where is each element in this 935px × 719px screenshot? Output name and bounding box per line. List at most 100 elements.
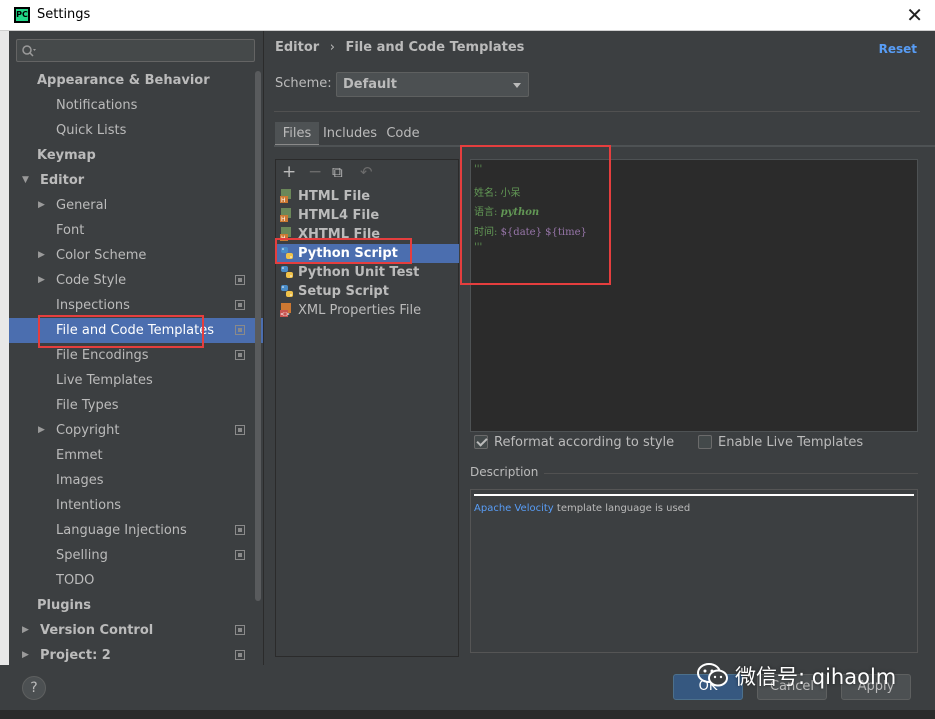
apache-velocity-link[interactable]: Apache Velocity: [474, 503, 554, 514]
watermark-text: 微信号: qihaolm: [735, 665, 897, 689]
search-input[interactable]: [16, 39, 255, 62]
sidebar-item-inspections[interactable]: Inspections: [9, 293, 263, 318]
project-scope-icon: [235, 525, 245, 535]
sidebar-item-label: TODO: [56, 573, 95, 588]
pycharm-logo-icon: PC: [14, 7, 30, 23]
sidebar-item-quick-lists[interactable]: Quick Lists: [9, 118, 263, 143]
background-window-edge: [0, 31, 9, 719]
project-scope-icon: [235, 350, 245, 360]
file-template-label: HTML4 File: [298, 208, 380, 223]
file-template-python-script[interactable]: Python Script: [277, 244, 459, 263]
sidebar-item-language-injections[interactable]: Language Injections: [9, 518, 263, 543]
code-token: 时间:: [474, 226, 501, 238]
sidebar-item-todo[interactable]: TODO: [9, 568, 263, 593]
file-template-html-file[interactable]: H HTML File: [277, 187, 459, 206]
file-template-label: XHTML File: [298, 227, 381, 242]
sidebar-item-label: Plugins: [37, 598, 91, 613]
project-scope-icon: [235, 300, 245, 310]
sidebar-item-notifications[interactable]: Notifications: [9, 93, 263, 118]
sidebar-item-file-types[interactable]: File Types: [9, 393, 263, 418]
expanded-arrow-icon[interactable]: ▼: [22, 168, 29, 193]
svg-text:<>: <>: [280, 311, 290, 317]
description-divider: [544, 473, 918, 474]
sidebar-item-spelling[interactable]: Spelling: [9, 543, 263, 568]
sidebar-item-version-control[interactable]: ▶ Version Control: [9, 618, 263, 643]
collapsed-arrow-icon[interactable]: ▶: [38, 418, 45, 443]
sidebar-item-live-templates[interactable]: Live Templates: [9, 368, 263, 393]
reset-link[interactable]: Reset: [879, 42, 917, 56]
code-line: 时间: ${date} ${time}: [474, 223, 587, 238]
html-file-icon: H: [280, 189, 294, 204]
svg-text:H: H: [281, 197, 286, 203]
help-button[interactable]: ?: [22, 676, 46, 700]
project-scope-icon: [235, 550, 245, 560]
project-scope-icon: [235, 425, 245, 435]
sidebar-item-file-encodings[interactable]: File Encodings: [9, 343, 263, 368]
description-label: Description: [470, 465, 539, 479]
project-scope-icon: [235, 325, 245, 335]
python-file-icon: [280, 265, 294, 279]
tab-includes[interactable]: Includes: [319, 122, 381, 146]
sidebar-item-emmet[interactable]: Emmet: [9, 443, 263, 468]
file-template-xhtml-file[interactable]: H XHTML File: [277, 225, 459, 244]
svg-text:H: H: [281, 216, 286, 222]
sidebar-item-label: Editor: [40, 173, 85, 188]
sidebar-item-keymap[interactable]: Keymap: [9, 143, 263, 168]
description-body: template language is used: [553, 503, 691, 514]
tab-files[interactable]: Files: [275, 122, 319, 146]
sidebar-item-label: Version Control: [40, 623, 154, 638]
sidebar-item-images[interactable]: Images: [9, 468, 263, 493]
live-templates-label: Enable Live Templates: [718, 435, 864, 450]
sidebar-item-label: Quick Lists: [56, 123, 127, 138]
close-icon[interactable]: ✕: [906, 3, 923, 27]
sidebar-item-plugins[interactable]: Plugins: [9, 593, 263, 618]
sidebar-item-label: Spelling: [56, 548, 108, 563]
sidebar-item-editor[interactable]: ▼ Editor: [9, 168, 263, 193]
sidebar-item-label: Appearance & Behavior: [37, 73, 210, 88]
collapsed-arrow-icon[interactable]: ▶: [22, 618, 29, 643]
template-editor[interactable]: ''' 姓名: 小呆 语言: python 时间: ${date} ${time} ''…: [470, 159, 918, 432]
sidebar-item-appearance-behavior[interactable]: Appearance & Behavior: [9, 68, 263, 93]
sidebar-item-font[interactable]: Font: [9, 218, 263, 243]
code-line: 语言: python: [474, 203, 539, 218]
sidebar-item-label: Code Style: [56, 273, 127, 288]
sidebar-item-label: General: [56, 198, 108, 213]
title-bar: PC Settings ✕: [0, 0, 935, 31]
scheme-select[interactable]: Default: [336, 72, 529, 97]
code-line: 姓名: 小呆: [474, 184, 521, 199]
revert-icon[interactable]: ↶: [360, 162, 373, 182]
wechat-icon: [697, 663, 728, 687]
breadcrumb-separator-icon: ›: [329, 40, 335, 55]
collapsed-arrow-icon[interactable]: ▶: [38, 268, 45, 293]
scheme-label: Scheme:: [275, 76, 332, 91]
sidebar-scrollbar[interactable]: [255, 71, 261, 601]
file-template-setup-script[interactable]: Setup Script: [277, 282, 459, 301]
file-template-python-unit-test[interactable]: Python Unit Test: [277, 263, 459, 282]
collapsed-arrow-icon[interactable]: ▶: [38, 243, 45, 268]
settings-sidebar: Appearance & Behavior Notifications Quick …: [9, 31, 263, 665]
sidebar-item-code-style[interactable]: ▶ Code Style: [9, 268, 263, 293]
file-template-label: Setup Script: [298, 284, 389, 299]
collapsed-arrow-icon[interactable]: ▶: [38, 193, 45, 218]
remove-icon[interactable]: −: [308, 162, 322, 182]
tab-code[interactable]: Code: [381, 122, 425, 146]
code-token: 姓名: 小呆: [474, 187, 521, 199]
sidebar-item-color-scheme[interactable]: ▶ Color Scheme: [9, 243, 263, 268]
add-icon[interactable]: +: [282, 162, 296, 182]
python-file-icon: [280, 284, 294, 298]
python-file-icon: [280, 246, 294, 260]
sidebar-item-intentions[interactable]: Intentions: [9, 493, 263, 518]
search-icon: [22, 45, 36, 57]
sidebar-item-general[interactable]: ▶ General: [9, 193, 263, 218]
file-template-xml-properties-file[interactable]: <> XML Properties File: [277, 301, 459, 320]
live-templates-checkbox[interactable]: [698, 435, 712, 449]
file-template-html4-file[interactable]: H HTML4 File: [277, 206, 459, 225]
copy-icon[interactable]: ⧉: [332, 162, 343, 182]
reformat-checkbox[interactable]: [474, 435, 488, 449]
divider: [274, 111, 920, 112]
code-line: ''': [474, 164, 482, 175]
sidebar-item-copyright[interactable]: ▶ Copyright: [9, 418, 263, 443]
code-token: ${date}: [500, 226, 542, 238]
breadcrumb-parent[interactable]: Editor: [275, 40, 319, 55]
sidebar-item-file-and-code-templates[interactable]: File and Code Templates: [9, 318, 263, 343]
